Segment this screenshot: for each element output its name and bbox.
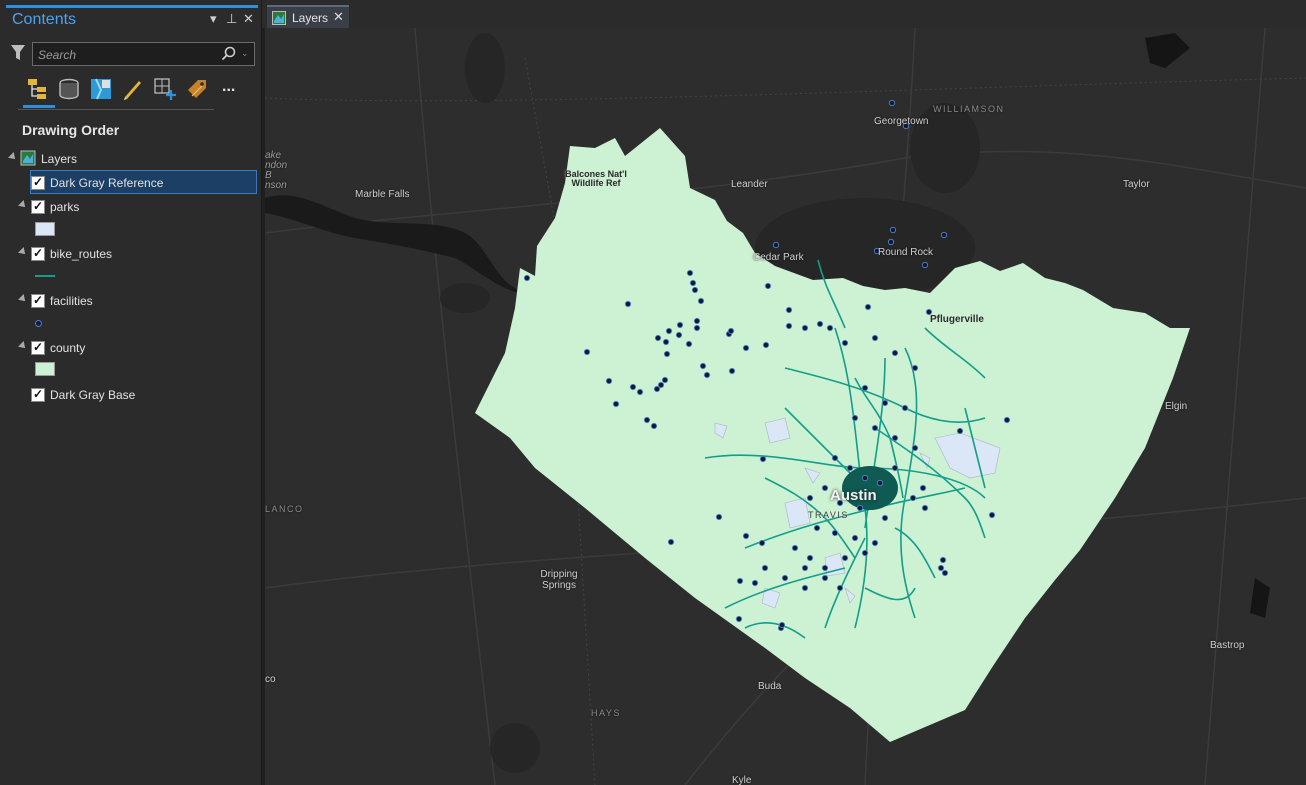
map-label-pflugerville: Pflugerville	[930, 314, 984, 325]
lake-shape	[1145, 33, 1190, 68]
layer-label: facilities	[50, 294, 93, 308]
expander-icon[interactable]	[8, 152, 18, 162]
layer-label: county	[50, 341, 86, 355]
layer-visibility-checkbox[interactable]	[31, 340, 45, 355]
map-label-buda: Buda	[758, 681, 782, 692]
map-label-georgetown: Georgetown	[874, 116, 929, 127]
view-tab-strip: Layers ✕	[262, 0, 1306, 28]
close-icon[interactable]: ✕	[243, 11, 254, 27]
map-label-partial-city: co	[265, 674, 276, 685]
map-label-dripping-springs: Dripping Springs	[540, 569, 578, 591]
expander-icon[interactable]	[18, 247, 28, 257]
map-label-round-rock: Round Rock	[878, 247, 934, 258]
map-label-blanco: LANCO	[265, 504, 304, 514]
parks-symbol[interactable]	[35, 222, 55, 236]
bike-routes-symbol[interactable]	[35, 275, 55, 277]
tab-label: Layers	[292, 11, 329, 25]
county-symbol[interactable]	[35, 362, 55, 376]
layer-visibility-checkbox[interactable]	[31, 199, 45, 214]
search-box[interactable]: ⌄	[32, 42, 255, 66]
lake-shape	[1250, 578, 1270, 618]
layer-row-bike-routes[interactable]: bike_routes	[0, 243, 262, 265]
layer-row-dark-gray-reference[interactable]: Dark Gray Reference	[0, 172, 262, 194]
map-label-kyle: Kyle	[732, 775, 752, 785]
search-options-chevron-icon[interactable]: ⌄	[241, 48, 249, 59]
facilities-symbol[interactable]	[35, 320, 42, 327]
pane-options-dropdown-icon[interactable]: ▾	[210, 11, 217, 27]
layer-visibility-checkbox[interactable]	[31, 293, 45, 308]
layer-row-dark-gray-base[interactable]: Dark Gray Base	[0, 384, 262, 406]
list-by-data-source-icon[interactable]	[56, 76, 82, 102]
map-label-travis: TRAVIS	[808, 510, 849, 520]
basemap-canvas	[265, 28, 1306, 785]
contents-toolbar: ...	[18, 74, 235, 110]
layer-label: parks	[50, 200, 80, 214]
map-label-bastrop: Bastrop	[1210, 640, 1245, 651]
section-title: Drawing Order	[22, 122, 120, 138]
list-by-snapping-icon[interactable]	[152, 76, 178, 102]
search-icon[interactable]	[221, 46, 237, 62]
layer-label: Dark Gray Reference	[50, 176, 164, 190]
map-label-williamson: WILLIAMSON	[933, 104, 1005, 114]
tab-layers[interactable]: Layers ✕	[267, 5, 349, 28]
list-by-labeling-icon[interactable]	[184, 76, 210, 102]
list-by-selection-icon[interactable]	[88, 76, 114, 102]
arcgis-pro-window: Contents ▾ ⊥ ✕ ⌄	[0, 0, 1306, 785]
map-icon	[272, 11, 286, 25]
active-view-indicator	[23, 105, 55, 108]
map-label-leander: Leander	[731, 179, 768, 190]
layer-row-county[interactable]: county	[0, 337, 262, 359]
layer-label: bike_routes	[50, 247, 113, 261]
list-by-drawing-order-icon[interactable]	[25, 76, 51, 102]
layer-visibility-checkbox[interactable]	[31, 387, 45, 402]
map-label-elgin: Elgin	[1165, 401, 1188, 412]
layer-row-facilities[interactable]: facilities	[0, 290, 262, 312]
map-label-cedar-park: Cedar Park	[753, 252, 804, 263]
map-label-marble-falls: Marble Falls	[355, 189, 410, 200]
expander-icon[interactable]	[18, 200, 28, 210]
map-label-taylor: Taylor	[1123, 179, 1150, 190]
layer-label: Dark Gray Base	[50, 388, 136, 402]
tree-row-map-layers[interactable]: Layers	[0, 148, 262, 170]
layer-row-parks[interactable]: parks	[0, 196, 262, 218]
filter-icon[interactable]	[10, 44, 26, 62]
more-options-button[interactable]: ...	[222, 78, 235, 96]
map-label-hays: HAYS	[591, 708, 621, 718]
expander-icon[interactable]	[18, 341, 28, 351]
close-icon[interactable]: ✕	[333, 9, 344, 25]
layer-visibility-checkbox[interactable]	[31, 175, 45, 190]
layer-visibility-checkbox[interactable]	[31, 246, 45, 261]
map-icon	[20, 150, 36, 166]
map-view[interactable]: WILLIAMSON Georgetown Leander Taylor Mar…	[265, 28, 1306, 785]
map-label-balcones: Balcones Nat'l Wildlife Ref	[565, 169, 627, 188]
map-label-lake: ake ndon B nson	[265, 150, 288, 191]
pane-title: Contents	[12, 11, 77, 28]
contents-pane: Contents ▾ ⊥ ✕ ⌄	[0, 0, 262, 785]
pane-header: Contents ▾ ⊥ ✕	[0, 8, 262, 34]
list-by-editing-icon[interactable]	[120, 76, 146, 102]
expander-icon[interactable]	[18, 294, 28, 304]
tree-label-map: Layers	[41, 152, 78, 166]
search-row: ⌄	[0, 40, 262, 68]
search-input[interactable]	[38, 46, 218, 63]
map-label-austin: Austin	[830, 487, 877, 504]
pin-icon[interactable]: ⊥	[226, 11, 237, 27]
